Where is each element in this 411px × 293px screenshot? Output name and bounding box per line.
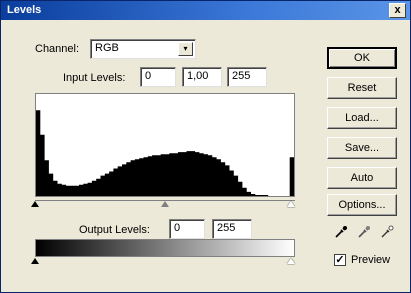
input-slider[interactable]	[31, 200, 295, 208]
chevron-down-icon[interactable]: ▾	[178, 42, 193, 56]
histogram-shape	[36, 110, 294, 196]
gray-eyedropper-icon[interactable]	[357, 225, 371, 239]
dialog-title: Levels	[7, 4, 42, 16]
histogram-graph	[36, 110, 294, 196]
input-black-field[interactable]: 0	[140, 67, 176, 87]
preview-label: Preview	[351, 254, 391, 266]
input-black-point-handle[interactable]	[31, 201, 39, 207]
channel-label: Channel:	[35, 43, 80, 55]
options-button[interactable]: Options...	[327, 194, 397, 216]
preview-checkbox[interactable]: ✓	[334, 254, 346, 266]
output-white-point-handle[interactable]	[287, 258, 295, 264]
levels-dialog: Levels x Channel: RGB ▾ Input Levels: 0 …	[0, 0, 411, 293]
output-gradient-bar	[35, 239, 295, 257]
input-levels-label: Input Levels:	[63, 72, 126, 84]
close-button[interactable]: x	[389, 3, 406, 18]
input-gamma-field[interactable]: 1,00	[182, 67, 222, 87]
output-levels-label: Output Levels:	[79, 224, 150, 236]
channel-value: RGB	[95, 42, 119, 54]
input-white-field[interactable]: 255	[227, 67, 267, 87]
load-button[interactable]: Load...	[327, 107, 397, 129]
output-black-field[interactable]: 0	[169, 219, 205, 239]
white-eyedropper-icon[interactable]	[380, 225, 394, 239]
input-white-point-handle[interactable]	[287, 201, 295, 207]
histogram	[35, 93, 295, 197]
auto-button[interactable]: Auto	[327, 167, 397, 189]
input-gamma-handle[interactable]	[161, 201, 169, 207]
channel-select[interactable]: RGB ▾	[90, 39, 196, 59]
save-button[interactable]: Save...	[327, 137, 397, 159]
output-white-field[interactable]: 255	[212, 219, 252, 239]
reset-button[interactable]: Reset	[327, 77, 397, 99]
ok-button[interactable]: OK	[327, 47, 397, 69]
black-eyedropper-icon[interactable]	[334, 225, 348, 239]
output-slider[interactable]	[31, 258, 295, 266]
title-bar[interactable]: Levels x	[1, 1, 410, 20]
output-black-point-handle[interactable]	[31, 258, 39, 264]
